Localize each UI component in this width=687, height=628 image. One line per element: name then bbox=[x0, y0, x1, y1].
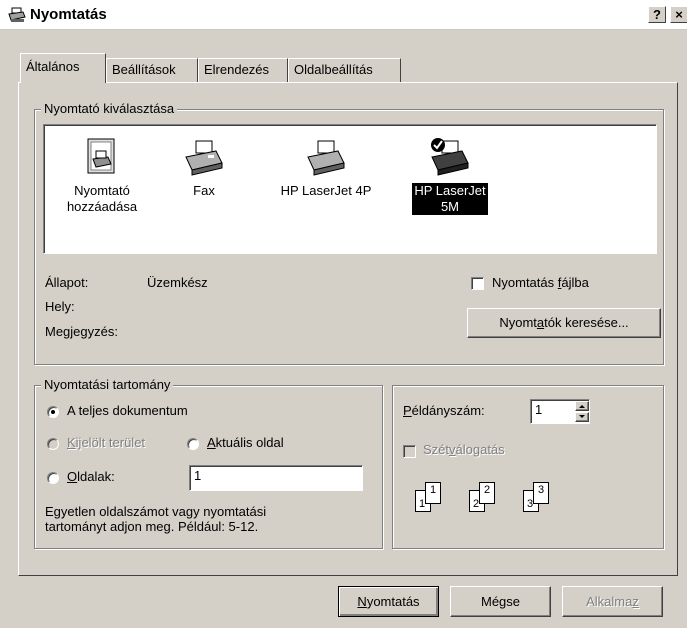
printer-item-label: Fax bbox=[193, 183, 215, 198]
radio-selection bbox=[47, 438, 59, 450]
print-range-legend: Nyomtatási tartomány bbox=[41, 377, 174, 392]
collate-checkbox bbox=[403, 445, 416, 458]
cancel-button[interactable]: Mégse bbox=[450, 586, 551, 617]
status-value: Üzemkész bbox=[147, 275, 208, 290]
arrow-down-icon bbox=[579, 415, 585, 418]
printer-icon bbox=[8, 7, 26, 22]
tab-settings[interactable]: Beállítások bbox=[106, 58, 198, 82]
status-label: Állapot: bbox=[45, 275, 89, 290]
pages-input[interactable]: 1 bbox=[189, 465, 363, 491]
tab-page-setup[interactable]: Oldalbeállítás bbox=[288, 58, 401, 82]
apply-button: Alkalmaz bbox=[562, 586, 663, 617]
printer-icon bbox=[307, 140, 345, 176]
title-bar: Nyomtatás ? × bbox=[0, 0, 687, 30]
radio-pages-label[interactable]: Oldalak: bbox=[67, 469, 115, 484]
tab-general[interactable]: Általános bbox=[20, 53, 106, 83]
location-label: Hely: bbox=[45, 299, 75, 314]
radio-selection-label: Kijelölt terület bbox=[67, 435, 146, 450]
radio-current-page[interactable] bbox=[187, 438, 199, 450]
help-button[interactable]: ? bbox=[648, 6, 666, 23]
window-title: Nyomtatás bbox=[30, 6, 107, 23]
printer-list[interactable]: Nyomtató hozzáadása Fax HP LaserJet 4P H… bbox=[43, 124, 657, 254]
copies-group: Példányszám: 1 Szétválogatás 1 1 2 2 3 3 bbox=[392, 385, 664, 549]
fax-printer-icon bbox=[185, 140, 223, 176]
page-icon: 1 bbox=[425, 482, 441, 504]
copies-value: 1 bbox=[535, 402, 543, 417]
print-button[interactable]: Nyomtatás bbox=[338, 586, 439, 617]
arrow-up-icon bbox=[579, 405, 585, 408]
printer-item-hp4p[interactable]: HP LaserJet 4P bbox=[276, 137, 376, 199]
printer-item-label: Nyomtató hozzáadása bbox=[66, 183, 138, 214]
general-tab-panel: Nyomtató kiválasztása Nyomtató hozzáadása bbox=[18, 82, 678, 576]
radio-all-document-label[interactable]: A teljes dokumentum bbox=[67, 403, 188, 418]
copies-up-button[interactable] bbox=[575, 401, 589, 411]
printer-select-group: Nyomtató kiválasztása Nyomtató hozzáadása bbox=[34, 101, 664, 365]
find-printers-button[interactable]: Nyomtatók keresése... bbox=[467, 308, 661, 338]
close-button[interactable]: × bbox=[670, 6, 687, 23]
printer-select-legend: Nyomtató kiválasztása bbox=[41, 101, 178, 116]
default-printer-icon bbox=[431, 138, 469, 176]
printer-item-label: HP LaserJet 4P bbox=[280, 183, 372, 198]
print-to-file-label[interactable]: Nyomtatás fájlba bbox=[492, 275, 589, 290]
page-icon: 2 bbox=[479, 482, 495, 504]
pages-hint: Egyetlen oldalszámot vagy nyomtatási tart… bbox=[45, 504, 267, 534]
printer-item-fax[interactable]: Fax bbox=[154, 137, 254, 199]
page-icon: 3 bbox=[533, 482, 549, 504]
copies-down-button[interactable] bbox=[575, 412, 589, 422]
printer-item-add[interactable]: Nyomtató hozzáadása bbox=[52, 137, 152, 215]
radio-pages[interactable] bbox=[47, 472, 59, 484]
radio-all-document[interactable] bbox=[47, 406, 59, 418]
comment-label: Megjegyzés: bbox=[45, 324, 118, 339]
radio-current-page-label[interactable]: Aktuális oldal bbox=[207, 435, 284, 450]
printer-item-hp5m[interactable]: HP LaserJet 5M bbox=[400, 137, 500, 216]
print-range-group: Nyomtatási tartomány A teljes dokumentum… bbox=[34, 377, 383, 549]
collate-label: Szétválogatás bbox=[423, 442, 505, 457]
copies-label: Példányszám: bbox=[403, 403, 485, 418]
tab-layout[interactable]: Elrendezés bbox=[198, 58, 288, 82]
printer-item-label-selected: HP LaserJet 5M bbox=[411, 182, 489, 216]
add-printer-icon bbox=[87, 138, 115, 174]
print-to-file-checkbox[interactable] bbox=[471, 277, 484, 290]
